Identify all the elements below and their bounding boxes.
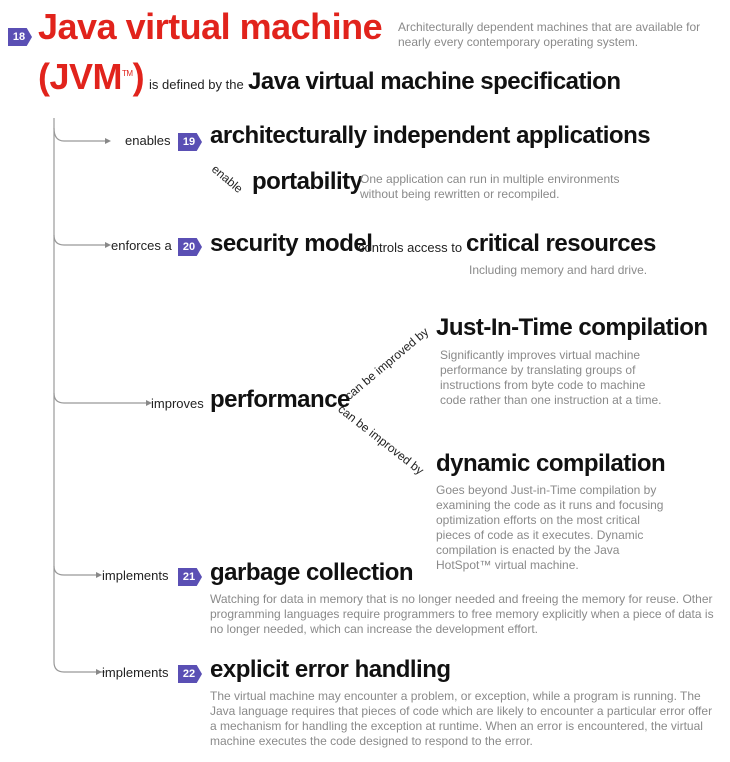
spec-label: Java virtual machine specification: [248, 68, 621, 95]
dynamic-compilation-label: dynamic compilation: [436, 450, 666, 477]
portability-label: portability: [252, 168, 363, 195]
implements-errors-label: implements: [102, 665, 169, 680]
error-handling-label: explicit error handling: [210, 656, 451, 683]
error-handling-description: The virtual machine may encounter a prob…: [210, 689, 713, 748]
enforces-label: enforces a: [111, 238, 172, 253]
critical-resources-label: critical resources: [466, 230, 656, 257]
dynamic-compilation-description: Goes beyond Just-in-Time compilation by …: [436, 483, 664, 572]
jit-description: Significantly improves virtual machine p…: [440, 348, 662, 407]
jvm-description: Architecturally dependent machines that …: [398, 20, 701, 49]
implements-gc-label: implements: [102, 568, 169, 583]
performance-label: performance: [210, 386, 350, 413]
enables-label: enables: [125, 133, 171, 148]
controls-access-label: controls access to: [358, 240, 463, 255]
improves-label: improves: [151, 396, 204, 411]
security-label: security model: [210, 230, 373, 257]
trunk-line: [53, 118, 105, 673]
page-title-abbrev: (JVMTM): [38, 56, 145, 97]
gc-description: Watching for data in memory that is no l…: [210, 592, 714, 636]
jit-label: Just-In-Time compilation: [436, 314, 708, 341]
critical-resources-description: Including memory and hard drive.: [469, 263, 648, 277]
defined-by-label: is defined by the: [149, 77, 244, 92]
page-title: Java virtual machine: [38, 6, 383, 47]
gc-label: garbage collection: [210, 559, 414, 586]
apps-label: architecturally independent applications: [210, 122, 651, 149]
portability-description: One application can run in multiple envi…: [360, 172, 620, 201]
